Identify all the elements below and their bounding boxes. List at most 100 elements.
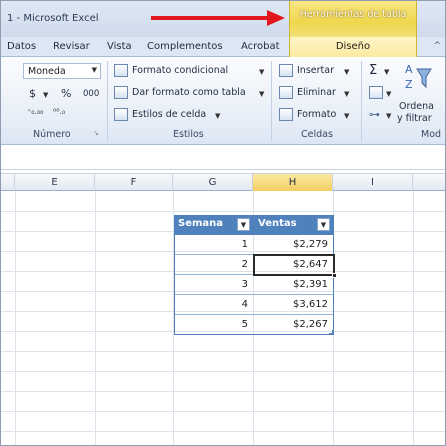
insert-cells-icon bbox=[279, 64, 293, 77]
window-title: 1 - Microsoft Excel bbox=[7, 13, 99, 24]
grid-line bbox=[1, 391, 445, 392]
table-row: 5 $2,267 bbox=[174, 315, 334, 335]
semana-cell[interactable]: 4 bbox=[174, 299, 252, 310]
table-row: 2 $2,647 bbox=[174, 255, 334, 275]
insert-button[interactable]: Insertar bbox=[297, 65, 334, 76]
dialog-launcher-icon[interactable]: ↘ bbox=[93, 129, 99, 137]
conditional-format-button[interactable]: Formato condicional bbox=[132, 65, 228, 76]
fill-icon[interactable] bbox=[369, 86, 383, 99]
format-as-table-button[interactable]: Dar formato como tabla bbox=[132, 87, 246, 98]
header-ventas: Ventas bbox=[258, 218, 297, 229]
percent-button[interactable]: % bbox=[61, 87, 71, 100]
ventas-cell[interactable]: $2,391 bbox=[254, 279, 332, 290]
column-header-h[interactable]: H bbox=[253, 174, 333, 191]
column-header-g[interactable]: G bbox=[173, 174, 253, 191]
sort-filter-label-2[interactable]: y filtrar bbox=[397, 113, 432, 124]
cell-styles-button[interactable]: Estilos de celda bbox=[132, 109, 206, 120]
number-format-dropdown[interactable]: Moneda ▼ bbox=[23, 63, 101, 79]
sort-filter-label-1[interactable]: Ordena bbox=[399, 101, 434, 112]
thousands-separator-button[interactable]: 000 bbox=[83, 89, 99, 99]
grid-line bbox=[95, 191, 96, 445]
tab-diseno-label: Diseño bbox=[335, 41, 371, 52]
filter-dropdown-icon[interactable]: ▼ bbox=[237, 218, 250, 231]
chevron-down-icon[interactable]: ▼ bbox=[215, 112, 220, 120]
styles-group-label: Estilos bbox=[173, 129, 204, 140]
increase-decimal-icon[interactable]: ⁺₀.₀₀ bbox=[27, 107, 43, 116]
table-row: 3 $2,391 bbox=[174, 275, 334, 295]
chevron-down-icon[interactable]: ▼ bbox=[259, 90, 264, 98]
tab-revisar[interactable]: Revisar bbox=[53, 41, 90, 52]
semana-cell[interactable]: 2 bbox=[174, 259, 252, 270]
group-separator bbox=[107, 61, 108, 141]
formula-bar[interactable] bbox=[1, 146, 445, 170]
spreadsheet-grid[interactable]: E F G H I Semana ▼ Ventas ▼ 1 $2,279 2 $… bbox=[1, 173, 445, 445]
column-header-i[interactable]: I bbox=[333, 174, 413, 191]
grid-line bbox=[1, 431, 445, 432]
tab-acrobat[interactable]: Acrobat bbox=[241, 41, 280, 52]
tab-datos[interactable]: Datos bbox=[7, 41, 36, 52]
grid-line bbox=[1, 211, 445, 212]
delete-button[interactable]: Eliminar bbox=[297, 87, 336, 98]
semana-cell[interactable]: 5 bbox=[174, 319, 252, 330]
group-separator bbox=[271, 61, 272, 141]
table-resize-handle[interactable] bbox=[329, 330, 334, 335]
chevron-down-icon[interactable]: ▼ bbox=[344, 112, 349, 120]
ventas-cell[interactable]: $2,279 bbox=[254, 239, 332, 250]
number-format-value: Moneda bbox=[28, 66, 66, 77]
format-cells-icon bbox=[279, 108, 293, 121]
column-header-e[interactable]: E bbox=[15, 174, 95, 191]
chevron-down-icon[interactable]: ▼ bbox=[386, 112, 391, 120]
ribbon: Moneda ▼ $ ▼ % 000 ⁺₀.₀₀ ⁰⁰.₀ Número ↘ F… bbox=[1, 57, 445, 145]
group-separator bbox=[361, 61, 362, 141]
table-tools-label: Herramientas de tabla bbox=[299, 9, 407, 20]
ventas-cell[interactable]: $3,612 bbox=[254, 299, 332, 310]
chevron-down-icon: ▼ bbox=[91, 66, 97, 74]
editing-group-label: Mod bbox=[421, 129, 442, 140]
select-all-corner[interactable] bbox=[1, 174, 15, 191]
chevron-down-icon[interactable]: ▼ bbox=[259, 68, 264, 76]
table-row: 1 $2,279 bbox=[174, 235, 334, 255]
autosum-icon[interactable]: Σ bbox=[369, 63, 377, 78]
conditional-format-icon bbox=[114, 64, 128, 77]
tab-complementos[interactable]: Complementos bbox=[147, 41, 223, 52]
table-row: 4 $3,612 bbox=[174, 295, 334, 315]
semana-cell[interactable]: 1 bbox=[174, 239, 252, 250]
tab-vista[interactable]: Vista bbox=[107, 41, 132, 52]
grid-line bbox=[1, 351, 445, 352]
number-group-label: Número bbox=[33, 129, 71, 140]
table-tools-context-tab[interactable]: Herramientas de tabla bbox=[289, 1, 417, 37]
filter-dropdown-icon[interactable]: ▼ bbox=[317, 218, 330, 231]
chevron-down-icon[interactable]: ▼ bbox=[344, 68, 349, 76]
grid-line bbox=[413, 191, 414, 445]
format-button[interactable]: Formato bbox=[297, 109, 336, 120]
semana-cell[interactable]: 3 bbox=[174, 279, 252, 290]
collapse-ribbon-icon[interactable]: ^ bbox=[433, 41, 441, 51]
clear-icon[interactable]: ⊶ bbox=[369, 108, 380, 121]
column-header-row: E F G H I bbox=[1, 173, 445, 191]
chevron-down-icon[interactable]: ▼ bbox=[386, 90, 391, 98]
chevron-down-icon[interactable]: ▼ bbox=[344, 90, 349, 98]
excel-window: 1 - Microsoft Excel Herramientas de tabl… bbox=[0, 0, 446, 446]
column-header-f[interactable]: F bbox=[95, 174, 173, 191]
svg-text:Z: Z bbox=[405, 78, 413, 91]
ventas-cell[interactable]: $2,647 bbox=[254, 259, 332, 270]
delete-cells-icon bbox=[279, 86, 293, 99]
currency-dropdown-icon[interactable]: ▼ bbox=[43, 91, 48, 99]
tab-diseno[interactable]: Diseño bbox=[289, 37, 417, 57]
cells-group-label: Celdas bbox=[301, 129, 333, 140]
red-arrow-annotation bbox=[151, 10, 285, 26]
svg-text:A: A bbox=[405, 63, 413, 76]
currency-format-button[interactable]: $ bbox=[29, 87, 36, 100]
sort-filter-icon[interactable]: A Z bbox=[401, 61, 435, 91]
decrease-decimal-icon[interactable]: ⁰⁰.₀ bbox=[53, 107, 65, 116]
cell-styles-icon bbox=[114, 108, 128, 121]
ribbon-tab-row: Datos Revisar Vista Complementos Acrobat… bbox=[1, 37, 445, 57]
grid-line bbox=[1, 411, 445, 412]
grid-line bbox=[1, 371, 445, 372]
grid-line bbox=[15, 191, 16, 445]
table-header-row: Semana ▼ Ventas ▼ bbox=[174, 215, 334, 235]
format-as-table-icon bbox=[114, 86, 128, 99]
title-bar: 1 - Microsoft Excel Herramientas de tabl… bbox=[1, 1, 445, 37]
ventas-cell[interactable]: $2,267 bbox=[254, 319, 332, 330]
chevron-down-icon[interactable]: ▼ bbox=[384, 68, 389, 76]
